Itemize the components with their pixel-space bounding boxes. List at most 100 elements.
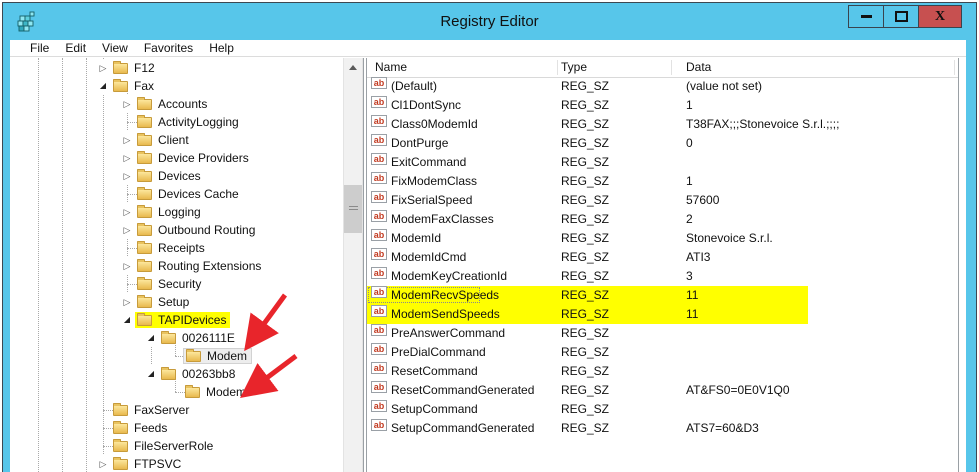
tree-node[interactable]: Modem	[183, 384, 250, 400]
tree-node[interactable]: 00263bb8	[159, 366, 239, 382]
tree-item-setup[interactable]: ▷Setup	[122, 293, 193, 311]
folder-icon	[137, 171, 152, 182]
value-row-modemid[interactable]: abModemIdREG_SZStonevoice S.r.l.	[367, 229, 958, 248]
menu-item-help[interactable]: Help	[201, 40, 242, 57]
tree-item-0026111e[interactable]: ◢0026111E	[146, 329, 239, 347]
expand-icon[interactable]: ▷	[122, 293, 132, 311]
column-header-data[interactable]: Data	[686, 58, 711, 77]
tree-node[interactable]: FaxServer	[111, 402, 193, 418]
tree-item-fax[interactable]: ◢Fax	[98, 77, 158, 95]
tree-node[interactable]: FileServerRole	[111, 438, 217, 454]
column-divider[interactable]	[671, 60, 672, 75]
tree-item-modem[interactable]: Modem	[170, 383, 250, 401]
tree-node[interactable]: TAPIDevices	[135, 312, 230, 328]
tree-node[interactable]: Modem	[183, 348, 252, 364]
tree-item-feeds[interactable]: Feeds	[98, 419, 171, 437]
expand-icon[interactable]: ▷	[122, 131, 132, 149]
tree-node[interactable]: Fax	[111, 78, 158, 94]
value-row-predialcommand[interactable]: abPreDialCommandREG_SZ	[367, 343, 958, 362]
menu-item-favorites[interactable]: Favorites	[136, 40, 201, 57]
tree-node[interactable]: Logging	[135, 204, 205, 220]
tree-item-faxserver[interactable]: FaxServer	[98, 401, 193, 419]
tree-node[interactable]: Security	[135, 276, 205, 292]
collapse-icon[interactable]: ◢	[98, 77, 108, 95]
tree-node[interactable]: Device Providers	[135, 150, 253, 166]
tree-node[interactable]: 0026111E	[159, 330, 239, 346]
expand-icon[interactable]: ▷	[98, 59, 108, 77]
tree-item-outbound-routing[interactable]: ▷Outbound Routing	[122, 221, 259, 239]
tree-scrollbar[interactable]	[343, 58, 363, 472]
collapse-icon[interactable]: ◢	[146, 365, 156, 383]
value-row-setupcommand[interactable]: abSetupCommandREG_SZ	[367, 400, 958, 419]
tree-item-security[interactable]: Security	[122, 275, 205, 293]
expand-icon[interactable]: ▷	[122, 257, 132, 275]
tree-node[interactable]: Setup	[135, 294, 193, 310]
value-row--default-[interactable]: ab(Default)REG_SZ(value not set)	[367, 77, 958, 96]
value-row-dontpurge[interactable]: abDontPurgeREG_SZ0	[367, 134, 958, 153]
value-row-cl1dontsync[interactable]: abCl1DontSyncREG_SZ1	[367, 96, 958, 115]
tree-item-label: FaxServer	[134, 403, 189, 417]
registry-values-pane[interactable]: Name Type Dataab(Default)REG_SZ(value not …	[366, 58, 959, 472]
expand-icon[interactable]: ▷	[122, 221, 132, 239]
menu-item-file[interactable]: File	[22, 40, 57, 57]
tree-node[interactable]: Devices	[135, 168, 205, 184]
value-row-modemsendspeeds[interactable]: abModemSendSpeedsREG_SZ11	[367, 305, 958, 324]
tree-item-devices-cache[interactable]: Devices Cache	[122, 185, 243, 203]
tree-node[interactable]: Accounts	[135, 96, 211, 112]
value-row-modemkeycreationid[interactable]: abModemKeyCreationIdREG_SZ3	[367, 267, 958, 286]
tree-node[interactable]: F12	[111, 60, 159, 76]
tree-item-ftpsvc[interactable]: ▷FTPSVC	[98, 455, 185, 472]
tree-item-logging[interactable]: ▷ Logging	[122, 203, 205, 221]
pane-divider[interactable]	[363, 58, 364, 472]
value-row-setupcommandgenerated[interactable]: abSetupCommandGeneratedREG_SZATS7=60&D3	[367, 419, 958, 438]
expand-icon[interactable]: ▷	[98, 455, 108, 472]
tree-item-receipts[interactable]: Receipts	[122, 239, 209, 257]
tree-node[interactable]: Outbound Routing	[135, 222, 259, 238]
tree-item-fileserverrole[interactable]: FileServerRole	[98, 437, 217, 455]
value-row-modemidcmd[interactable]: abModemIdCmdREG_SZATI3	[367, 248, 958, 267]
value-row-fixserialspeed[interactable]: abFixSerialSpeedREG_SZ57600	[367, 191, 958, 210]
tree-item-label: Logging	[158, 205, 201, 219]
menu-item-view[interactable]: View	[94, 40, 136, 57]
expand-icon[interactable]: ▷	[122, 167, 132, 185]
tree-item-modem[interactable]: Modem	[170, 347, 252, 365]
value-row-fixmodemclass[interactable]: abFixModemClassREG_SZ1	[367, 172, 958, 191]
value-row-preanswercommand[interactable]: abPreAnswerCommandREG_SZ	[367, 324, 958, 343]
expand-icon[interactable]: ▷	[122, 95, 132, 113]
value-row-modemfaxclasses[interactable]: abModemFaxClassesREG_SZ2	[367, 210, 958, 229]
tree-item-devices[interactable]: ▷Devices	[122, 167, 205, 185]
scrollbar-up-button[interactable]	[344, 58, 362, 76]
column-divider[interactable]	[557, 60, 558, 75]
tree-node[interactable]: FTPSVC	[111, 456, 185, 472]
tree-item-activitylogging[interactable]: ActivityLogging	[122, 113, 243, 131]
tree-item-routing-extensions[interactable]: ▷Routing Extensions	[122, 257, 265, 275]
tree-node[interactable]: ActivityLogging	[135, 114, 243, 130]
folder-icon	[137, 117, 152, 128]
menu-item-edit[interactable]: Edit	[57, 40, 94, 57]
value-row-class0modemid[interactable]: abClass0ModemIdREG_SZT38FAX;;;Stonevoice…	[367, 115, 958, 134]
tree-node[interactable]: Routing Extensions	[135, 258, 265, 274]
column-divider[interactable]	[954, 60, 955, 75]
scrollbar-thumb[interactable]	[344, 185, 362, 233]
tree-item-f12[interactable]: ▷F12	[98, 59, 159, 77]
collapse-icon[interactable]: ◢	[146, 329, 156, 347]
registry-tree-pane[interactable]: ▷F12◢Fax▷AccountsActivityLogging▷Client▷…	[10, 58, 343, 472]
expand-icon[interactable]: ▷	[122, 149, 132, 167]
tree-node[interactable]: Feeds	[111, 420, 171, 436]
value-row-resetcommandgenerated[interactable]: abResetCommandGeneratedREG_SZAT&FS0=0E0V…	[367, 381, 958, 400]
tree-node[interactable]: Devices Cache	[135, 186, 243, 202]
tree-item-device-providers[interactable]: ▷Device Providers	[122, 149, 253, 167]
collapse-icon[interactable]: ◢	[122, 311, 132, 329]
value-row-resetcommand[interactable]: abResetCommandREG_SZ	[367, 362, 958, 381]
expand-icon[interactable]: ▷	[122, 203, 132, 221]
value-row-modemrecvspeeds[interactable]: abModemRecvSpeedsREG_SZ11	[367, 286, 958, 305]
value-row-exitcommand[interactable]: abExitCommandREG_SZ	[367, 153, 958, 172]
tree-item-accounts[interactable]: ▷Accounts	[122, 95, 211, 113]
tree-item-00263bb8[interactable]: ◢00263bb8	[146, 365, 239, 383]
tree-node[interactable]: Receipts	[135, 240, 209, 256]
column-header-type[interactable]: Type	[561, 58, 587, 77]
column-header-name[interactable]: Name	[375, 58, 407, 77]
tree-node[interactable]: Client	[135, 132, 193, 148]
tree-item-tapidevices[interactable]: ◢TAPIDevices	[122, 311, 230, 329]
tree-item-client[interactable]: ▷Client	[122, 131, 193, 149]
